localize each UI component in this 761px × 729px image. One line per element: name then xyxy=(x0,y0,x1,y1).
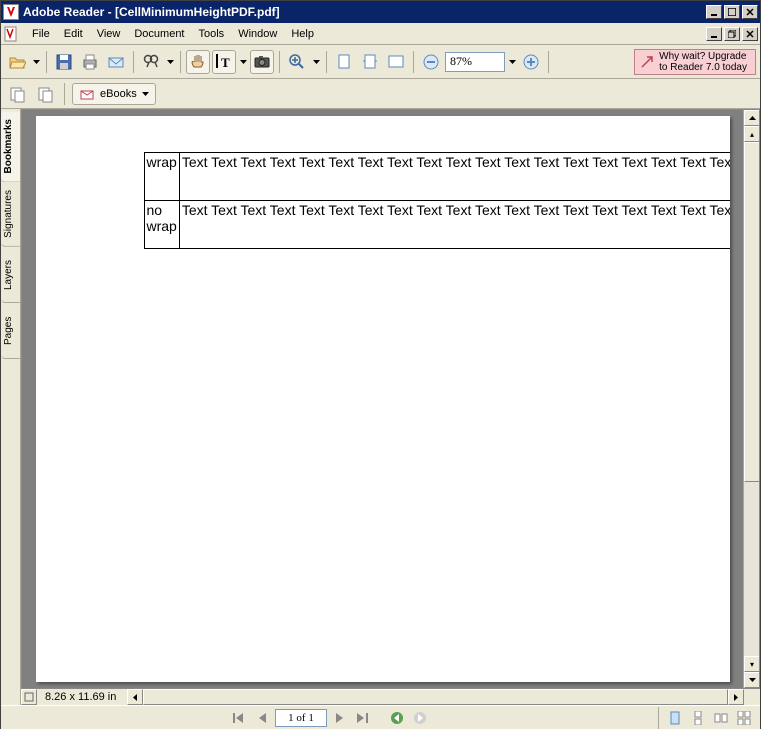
menu-document[interactable]: Document xyxy=(127,26,191,42)
table-row: wrap Text Text Text Text Text Text Text … xyxy=(144,153,730,201)
mdi-close-button[interactable] xyxy=(742,27,758,41)
select-dropdown[interactable] xyxy=(238,50,248,74)
open-dropdown[interactable] xyxy=(31,50,41,74)
vscroll-track[interactable] xyxy=(744,142,760,656)
menu-bar: File Edit View Document Tools Window Hel… xyxy=(1,23,760,45)
fit-page-button[interactable] xyxy=(358,50,382,74)
pdf-content-table: wrap Text Text Text Text Text Text Text … xyxy=(144,152,730,249)
horizontal-scrollbar-row: 8.26 x 11.69 in xyxy=(21,689,760,705)
continuous-view-button[interactable] xyxy=(688,709,708,727)
menu-view[interactable]: View xyxy=(90,26,128,42)
status-bar xyxy=(1,705,760,729)
hscroll-track[interactable] xyxy=(143,689,728,705)
menu-edit[interactable]: Edit xyxy=(57,26,90,42)
search-button[interactable] xyxy=(139,50,163,74)
first-page-button[interactable] xyxy=(229,709,249,727)
zoom-input[interactable] xyxy=(445,52,505,72)
save-button[interactable] xyxy=(52,50,76,74)
vscroll-thumb[interactable] xyxy=(744,142,760,482)
secondary-toolbar: eBooks xyxy=(1,79,760,109)
title-bar: Adobe Reader - [CellMinimumHeightPDF.pdf… xyxy=(1,1,760,23)
zoom-value-dropdown[interactable] xyxy=(507,50,517,74)
tab-signatures[interactable]: Signatures xyxy=(1,182,20,247)
fit-width-button[interactable] xyxy=(384,50,408,74)
scroll-down-arrow[interactable]: ▾ xyxy=(744,656,760,672)
scroll-down-button[interactable] xyxy=(744,672,760,688)
scroll-up-arrow[interactable]: ▴ xyxy=(744,126,760,142)
zoom-dropdown[interactable] xyxy=(311,50,321,74)
back-button[interactable] xyxy=(387,709,407,727)
cell-content-wrap: Text Text Text Text Text Text Text Text … xyxy=(179,153,729,201)
clipboard-button-2[interactable] xyxy=(33,82,57,106)
pdf-page: wrap Text Text Text Text Text Text Text … xyxy=(36,116,730,682)
print-button[interactable] xyxy=(78,50,102,74)
close-button[interactable] xyxy=(742,5,758,19)
mdi-minimize-button[interactable] xyxy=(706,27,722,41)
scroll-up-button[interactable] xyxy=(744,110,760,126)
menu-file[interactable]: File xyxy=(25,26,57,42)
table-row: no wrap Text Text Text Text Text Text Te… xyxy=(144,201,730,249)
upgrade-arrow-icon xyxy=(639,54,655,70)
minimize-button[interactable] xyxy=(706,5,722,19)
facing-view-button[interactable] xyxy=(711,709,731,727)
prev-page-button[interactable] xyxy=(252,709,272,727)
menu-tools[interactable]: Tools xyxy=(192,26,232,42)
page-dimensions: 8.26 x 11.69 in xyxy=(37,689,127,705)
navigation-pane-tabs: Bookmarks Signatures Layers Pages xyxy=(1,109,21,705)
upgrade-line2: to Reader 7.0 today xyxy=(659,62,747,73)
main-toolbar: T Why wait? Upgrade to Reader 7.0 today xyxy=(1,45,760,79)
cell-label-wrap: wrap xyxy=(144,153,179,201)
zoom-out-button[interactable] xyxy=(419,50,443,74)
zoom-in-circle-button[interactable] xyxy=(519,50,543,74)
zoom-in-button[interactable] xyxy=(285,50,309,74)
tab-bookmarks[interactable]: Bookmarks xyxy=(1,111,20,182)
next-page-button[interactable] xyxy=(330,709,350,727)
clipboard-button-1[interactable] xyxy=(5,82,29,106)
hscroll-sizer[interactable] xyxy=(21,689,37,705)
select-text-button[interactable]: T xyxy=(212,50,236,74)
svg-text:T: T xyxy=(221,55,230,70)
chevron-down-icon xyxy=(142,92,149,96)
hscroll-left-button[interactable] xyxy=(127,689,143,705)
document-viewport: wrap Text Text Text Text Text Text Text … xyxy=(21,109,760,689)
hand-tool-button[interactable] xyxy=(186,50,210,74)
menu-help[interactable]: Help xyxy=(284,26,321,42)
single-page-view-button[interactable] xyxy=(665,709,685,727)
ebooks-label: eBooks xyxy=(100,88,137,100)
snapshot-tool-button[interactable] xyxy=(250,50,274,74)
cell-content-nowrap: Text Text Text Text Text Text Text Text … xyxy=(179,201,729,249)
ebooks-button[interactable]: eBooks xyxy=(72,83,156,105)
vertical-scrollbar[interactable]: ▴ ▾ xyxy=(743,110,759,688)
hscroll-right-button[interactable] xyxy=(728,689,744,705)
menu-window[interactable]: Window xyxy=(231,26,284,42)
pdf-doc-icon[interactable] xyxy=(3,26,19,42)
upgrade-button[interactable]: Why wait? Upgrade to Reader 7.0 today xyxy=(634,49,756,75)
hscroll-thumb[interactable] xyxy=(143,689,728,705)
tab-layers[interactable]: Layers xyxy=(1,247,20,303)
open-button[interactable] xyxy=(5,50,29,74)
ebooks-icon xyxy=(79,86,95,102)
document-scroll-area[interactable]: wrap Text Text Text Text Text Text Text … xyxy=(22,110,743,688)
continuous-facing-view-button[interactable] xyxy=(734,709,754,727)
cell-label-nowrap: no wrap xyxy=(144,201,179,249)
window-title: Adobe Reader - [CellMinimumHeightPDF.pdf… xyxy=(23,5,706,19)
email-button[interactable] xyxy=(104,50,128,74)
tab-pages[interactable]: Pages xyxy=(1,303,20,359)
last-page-button[interactable] xyxy=(353,709,373,727)
upgrade-line1: Why wait? Upgrade xyxy=(659,51,747,62)
mdi-restore-button[interactable] xyxy=(724,27,740,41)
actual-size-button[interactable] xyxy=(332,50,356,74)
search-dropdown[interactable] xyxy=(165,50,175,74)
app-icon xyxy=(3,4,19,20)
content-area: Bookmarks Signatures Layers Pages wrap T… xyxy=(1,109,760,705)
forward-button[interactable] xyxy=(410,709,430,727)
page-number-input[interactable] xyxy=(275,709,327,727)
maximize-button[interactable] xyxy=(724,5,740,19)
